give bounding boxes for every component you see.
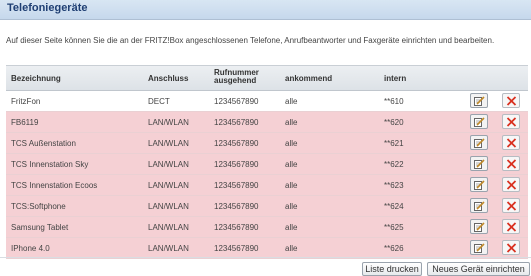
cell-ankommend: alle	[285, 139, 298, 148]
table-row: TCS Außenstation LAN/WLAN 1234567890 alle **…	[6, 133, 528, 154]
cell-name: FritzFon	[11, 97, 41, 106]
delete-button[interactable]	[502, 135, 520, 150]
cell-ankommend: alle	[285, 244, 298, 253]
table-row: Samsung Tablet LAN/WLAN 1234567890 alle **62…	[6, 217, 528, 238]
delete-icon	[506, 96, 517, 106]
cell-anschluss: LAN/WLAN	[148, 139, 189, 148]
cell-rufnummer: 1234567890	[214, 202, 259, 211]
table-row: IPhone 4.0 LAN/WLAN 1234567890 alle **626	[6, 238, 528, 259]
table-header: Bezeichnung Anschluss Rufnummer ausgehen…	[6, 65, 528, 91]
cell-name: TCS Innenstation Ecoos	[11, 181, 98, 190]
cell-intern: **625	[384, 223, 404, 232]
add-device-button[interactable]: Neues Gerät einrichten	[427, 262, 530, 276]
cell-anschluss: LAN/WLAN	[148, 244, 189, 253]
table-body: FritzFon DECT 1234567890 alle **610 FB6119 LAN…	[6, 91, 528, 259]
cell-rufnummer: 1234567890	[214, 118, 259, 127]
cell-anschluss: LAN/WLAN	[148, 160, 189, 169]
cell-intern: **621	[384, 139, 404, 148]
delete-button[interactable]	[502, 93, 520, 108]
delete-icon	[506, 138, 517, 148]
cell-name: TCS:Softphone	[11, 202, 66, 211]
cell-rufnummer: 1234567890	[214, 160, 259, 169]
cell-ankommend: alle	[285, 97, 298, 106]
delete-icon	[506, 159, 517, 169]
edit-icon	[474, 222, 485, 232]
delete-icon	[506, 243, 517, 253]
cell-intern: **626	[384, 244, 404, 253]
cell-intern: **622	[384, 160, 404, 169]
intro-text: Auf dieser Seite können Sie die an der F…	[6, 36, 495, 45]
cell-name: TCS Außenstation	[11, 139, 76, 148]
table-row: TCS:Softphone LAN/WLAN 1234567890 alle **624	[6, 196, 528, 217]
cell-name: FB6119	[11, 118, 39, 127]
delete-button[interactable]	[502, 114, 520, 129]
cell-name: Samsung Tablet	[11, 223, 69, 232]
cell-ankommend: alle	[285, 118, 298, 127]
column-header-intern: intern	[384, 74, 407, 83]
table-row: FB6119 LAN/WLAN 1234567890 alle **620	[6, 112, 528, 133]
delete-button[interactable]	[502, 219, 520, 234]
table-row: TCS Innenstation Ecoos LAN/WLAN 1234567890…	[6, 175, 528, 196]
delete-button[interactable]	[502, 240, 520, 255]
column-header-name: Bezeichnung	[11, 74, 61, 83]
cell-intern: **624	[384, 202, 404, 211]
cell-anschluss: LAN/WLAN	[148, 202, 189, 211]
edit-icon	[474, 96, 485, 106]
footer-divider	[0, 257, 531, 258]
page-header: Telefoniegeräte	[0, 0, 531, 20]
delete-button[interactable]	[502, 156, 520, 171]
edit-button[interactable]	[470, 198, 488, 213]
cell-rufnummer: 1234567890	[214, 181, 259, 190]
edit-button[interactable]	[470, 93, 488, 108]
cell-intern: **610	[384, 97, 404, 106]
edit-icon	[474, 180, 485, 190]
edit-button[interactable]	[470, 219, 488, 234]
cell-rufnummer: 1234567890	[214, 244, 259, 253]
edit-icon	[474, 117, 485, 127]
page-title: Telefoniegeräte	[7, 2, 88, 14]
column-header-rufnummer-line2: ausgehend	[214, 76, 257, 85]
cell-name: TCS Innenstation Sky	[11, 160, 89, 169]
delete-icon	[506, 117, 517, 127]
column-header-anschluss: Anschluss	[148, 74, 189, 83]
edit-button[interactable]	[470, 240, 488, 255]
table-row: TCS Innenstation Sky LAN/WLAN 1234567890 al…	[6, 154, 528, 175]
cell-name: IPhone 4.0	[11, 244, 50, 253]
edit-button[interactable]	[470, 156, 488, 171]
column-header-ankommend: ankommend	[285, 74, 333, 83]
cell-anschluss: LAN/WLAN	[148, 118, 189, 127]
delete-icon	[506, 180, 517, 190]
cell-ankommend: alle	[285, 223, 298, 232]
edit-icon	[474, 201, 485, 211]
devices-table: Bezeichnung Anschluss Rufnummer ausgehen…	[6, 65, 528, 259]
cell-anschluss: DECT	[148, 97, 170, 106]
cell-rufnummer: 1234567890	[214, 139, 259, 148]
edit-icon	[474, 159, 485, 169]
cell-anschluss: LAN/WLAN	[148, 181, 189, 190]
cell-rufnummer: 1234567890	[214, 97, 259, 106]
cell-anschluss: LAN/WLAN	[148, 223, 189, 232]
edit-button[interactable]	[470, 114, 488, 129]
table-row: FritzFon DECT 1234567890 alle **610	[6, 91, 528, 112]
edit-button[interactable]	[470, 135, 488, 150]
cell-intern: **620	[384, 118, 404, 127]
cell-ankommend: alle	[285, 160, 298, 169]
delete-button[interactable]	[502, 198, 520, 213]
delete-icon	[506, 201, 517, 211]
cell-ankommend: alle	[285, 181, 298, 190]
cell-rufnummer: 1234567890	[214, 223, 259, 232]
print-list-button[interactable]: Liste drucken	[362, 262, 422, 276]
cell-ankommend: alle	[285, 202, 298, 211]
cell-intern: **623	[384, 181, 404, 190]
edit-icon	[474, 138, 485, 148]
delete-button[interactable]	[502, 177, 520, 192]
edit-icon	[474, 243, 485, 253]
delete-icon	[506, 222, 517, 232]
edit-button[interactable]	[470, 177, 488, 192]
column-header-rufnummer: Rufnummer ausgehend	[214, 69, 259, 85]
